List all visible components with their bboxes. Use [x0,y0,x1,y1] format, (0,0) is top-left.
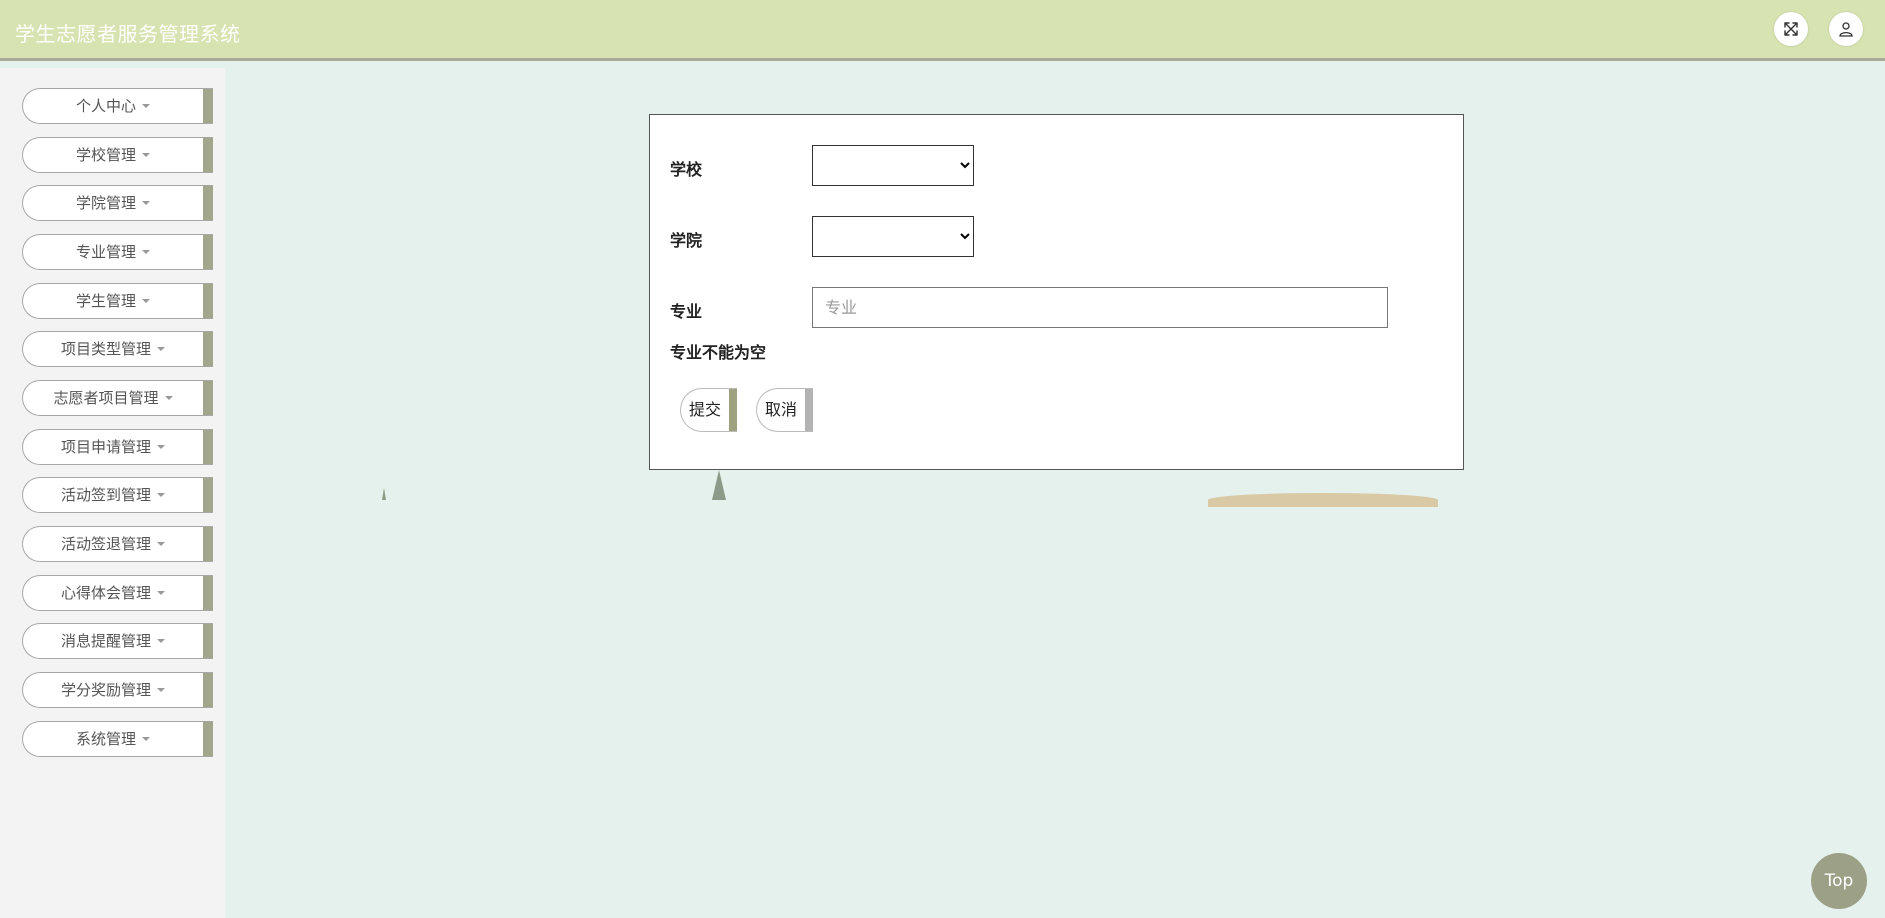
sidebar-item-personal-center[interactable]: 个人中心 [22,88,213,124]
sidebar-item-message-reminder-management[interactable]: 消息提醒管理 [22,623,213,659]
sidebar-item-school-management[interactable]: 学校管理 [22,137,213,173]
caret-down-icon [142,250,150,254]
college-select[interactable] [812,216,974,257]
sidebar-item-label: 专业管理 [75,243,136,261]
school-label: 学校 [670,160,703,179]
major-label: 专业 [670,302,703,321]
caret-down-icon [157,493,165,497]
sidebar-item-label: 学生管理 [75,292,136,310]
submit-button-label: 提交 [688,400,721,419]
sidebar-item-system-management[interactable]: 系统管理 [22,721,213,757]
caret-down-icon [142,737,150,741]
caret-down-icon [157,688,165,692]
caret-down-icon [142,153,150,157]
cancel-button-label: 取消 [764,400,797,419]
caret-down-icon [164,396,173,400]
submit-button[interactable]: 提交 [680,388,737,432]
sidebar-item-college-management[interactable]: 学院管理 [22,185,213,221]
fullscreen-button[interactable] [1774,12,1808,46]
add-major-form: 学校 学院 专业 专业不能为空 提交 取消 [649,114,1464,470]
sidebar-item-project-type-management[interactable]: 项目类型管理 [22,331,213,367]
back-to-top-button[interactable]: Top [1811,853,1867,909]
caret-down-icon [142,299,150,303]
sidebar-item-student-management[interactable]: 学生管理 [22,283,213,319]
major-error-message: 专业不能为空 [670,343,767,362]
caret-down-icon [157,542,165,546]
sidebar-item-label: 活动签到管理 [60,486,151,504]
sidebar-item-label: 项目类型管理 [60,340,151,358]
sidebar: 个人中心 学校管理 学院管理 专业管理 学生管理 项目类型管理 志愿者项目管理 … [0,68,225,918]
caret-down-icon [142,201,150,205]
caret-down-icon [157,639,165,643]
sidebar-item-experience-management[interactable]: 心得体会管理 [22,575,213,611]
sidebar-item-label: 系统管理 [75,730,136,748]
app-title: 学生志愿者服务管理系统 [15,22,241,46]
decorative-arc [1208,493,1438,507]
sidebar-item-volunteer-project-management[interactable]: 志愿者项目管理 [22,380,213,416]
user-icon [1839,22,1853,37]
sidebar-item-major-management[interactable]: 专业管理 [22,234,213,270]
decorative-triangle-small [382,488,386,500]
sidebar-item-label: 志愿者项目管理 [53,389,159,407]
sidebar-item-label: 个人中心 [75,97,136,115]
sidebar-item-credit-reward-management[interactable]: 学分奖励管理 [22,672,213,708]
sidebar-item-label: 心得体会管理 [60,584,151,602]
caret-down-icon [157,591,165,595]
caret-down-icon [157,445,165,449]
sidebar-item-activity-checkin-management[interactable]: 活动签到管理 [22,477,213,513]
decorative-triangle [712,470,726,500]
sidebar-item-label: 学分奖励管理 [60,681,151,699]
school-select[interactable] [812,145,974,186]
user-menu-button[interactable] [1829,12,1863,46]
sidebar-item-label: 消息提醒管理 [60,632,151,650]
college-label: 学院 [670,231,703,250]
caret-down-icon [157,347,165,351]
major-input[interactable] [812,287,1388,328]
sidebar-item-activity-checkout-management[interactable]: 活动签退管理 [22,526,213,562]
fullscreen-icon [1784,22,1798,36]
sidebar-item-label: 活动签退管理 [60,535,151,553]
caret-down-icon [142,104,150,108]
top-header: 学生志愿者服务管理系统 [0,0,1885,61]
sidebar-item-label: 学院管理 [75,194,136,212]
cancel-button[interactable]: 取消 [756,388,813,432]
sidebar-item-label: 项目申请管理 [60,438,151,456]
sidebar-item-label: 学校管理 [75,146,136,164]
sidebar-item-project-application-management[interactable]: 项目申请管理 [22,429,213,465]
